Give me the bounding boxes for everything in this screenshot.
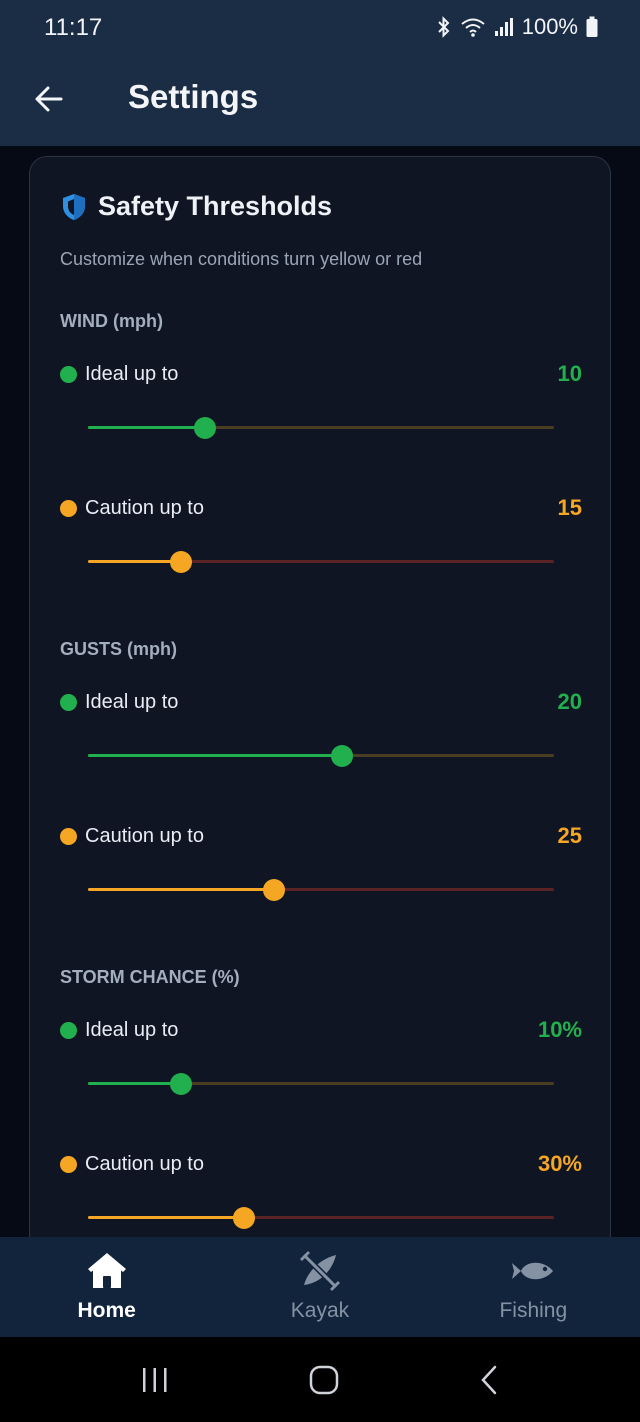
shield-icon	[63, 193, 85, 220]
ideal-threshold-slider[interactable]	[88, 1072, 554, 1096]
settings-content[interactable]: Safety Thresholds Customize when conditi…	[0, 146, 640, 1237]
ideal-threshold-row: Ideal up to 20	[60, 687, 582, 717]
ideal-threshold-slider[interactable]	[88, 744, 554, 768]
recent-apps-icon[interactable]	[140, 1366, 170, 1394]
nav-home[interactable]: Home	[0, 1237, 213, 1337]
nav-fishing[interactable]: Fishing	[427, 1237, 640, 1337]
slider-thumb[interactable]	[193, 417, 216, 439]
caution-threshold-value: 25	[557, 823, 582, 848]
fish-icon	[512, 1262, 554, 1280]
caution-status-dot	[60, 1155, 77, 1173]
ideal-threshold-row: Ideal up to 10	[60, 359, 582, 389]
ideal-threshold-value: 10	[557, 361, 582, 386]
ideal-threshold-row: Ideal up to 10%	[60, 1015, 582, 1045]
caution-threshold-label: Caution up to	[85, 824, 204, 847]
slider-thumb[interactable]	[233, 1207, 256, 1229]
card-header: Safety Thresholds	[60, 191, 332, 222]
caution-threshold-label: Caution up to	[85, 1152, 204, 1175]
bottom-nav: Home Kayak Fishing	[0, 1237, 640, 1337]
safety-thresholds-card: Safety Thresholds Customize when conditi…	[29, 156, 611, 1237]
home-icon	[87, 1253, 126, 1288]
caution-status-dot	[60, 499, 77, 517]
kayak-icon	[299, 1251, 340, 1291]
ideal-status-dot	[60, 693, 77, 711]
caution-threshold-value: 30%	[537, 1151, 582, 1176]
wifi-icon	[461, 18, 485, 37]
caution-threshold-value: 15	[557, 495, 582, 520]
caution-threshold-slider[interactable]	[88, 1206, 554, 1230]
ideal-status-dot	[60, 1021, 77, 1039]
slider-fill	[88, 888, 275, 891]
slider-thumb[interactable]	[330, 745, 353, 767]
slider-thumb[interactable]	[170, 1073, 193, 1095]
app-bar: Settings	[0, 56, 640, 146]
status-icons: 100%	[436, 14, 598, 40]
slider-fill	[88, 1216, 245, 1219]
signal-icon	[494, 18, 513, 36]
page-title: Settings	[128, 78, 259, 115]
caution-threshold-slider[interactable]	[88, 878, 554, 902]
nav-kayak[interactable]: Kayak	[213, 1237, 426, 1337]
back-chevron-icon[interactable]	[478, 1365, 500, 1395]
status-time: 11:17	[44, 14, 103, 41]
slider-thumb[interactable]	[170, 551, 193, 573]
caution-threshold-slider[interactable]	[88, 550, 554, 574]
ideal-threshold-value: 10%	[537, 1017, 582, 1042]
ideal-threshold-label: Ideal up to	[85, 362, 179, 385]
card-subtitle: Customize when conditions turn yellow or…	[60, 249, 423, 269]
nav-fishing-label: Fishing	[499, 1299, 568, 1322]
back-button[interactable]	[26, 76, 72, 122]
battery-icon	[586, 16, 598, 37]
nav-home-label: Home	[77, 1299, 136, 1322]
caution-threshold-row: Caution up to 25	[60, 821, 582, 851]
slider-fill	[88, 426, 205, 429]
slider-fill	[88, 1082, 182, 1085]
system-nav-bar	[0, 1337, 640, 1422]
status-bar: 11:17 100%	[0, 0, 640, 56]
ideal-threshold-slider[interactable]	[88, 416, 554, 440]
arrow-left-icon	[35, 86, 63, 112]
section-label: STORM CHANCE (%)	[60, 967, 240, 987]
caution-status-dot	[60, 827, 77, 845]
caution-threshold-row: Caution up to 15	[60, 493, 582, 523]
caution-threshold-row: Caution up to 30%	[60, 1149, 582, 1179]
slider-thumb[interactable]	[263, 879, 286, 901]
home-circle-icon[interactable]	[309, 1365, 339, 1395]
nav-kayak-label: Kayak	[290, 1299, 350, 1322]
ideal-threshold-label: Ideal up to	[85, 690, 179, 713]
bluetooth-icon	[438, 16, 450, 38]
ideal-threshold-label: Ideal up to	[85, 1018, 179, 1041]
section-label: WIND (mph)	[60, 311, 163, 331]
card-title: Safety Thresholds	[98, 191, 333, 221]
slider-fill	[88, 560, 182, 563]
ideal-status-dot	[60, 365, 77, 383]
ideal-threshold-value: 20	[557, 689, 582, 714]
section-label: GUSTS (mph)	[60, 639, 177, 659]
slider-fill	[88, 754, 342, 757]
battery-percent: 100%	[521, 14, 578, 39]
caution-threshold-label: Caution up to	[85, 496, 204, 519]
